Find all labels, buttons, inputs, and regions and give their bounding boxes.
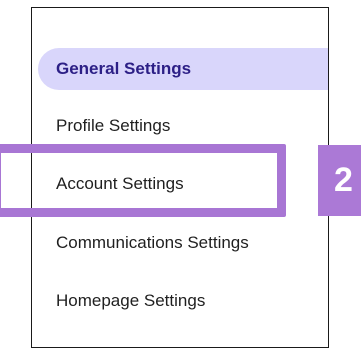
step-number-label: 2	[334, 161, 353, 199]
nav-item-communications-settings[interactable]: Communications Settings	[32, 222, 249, 264]
nav-item-label: Homepage Settings	[56, 291, 206, 310]
nav-item-label: Profile Settings	[56, 116, 171, 135]
settings-nav-panel: General Settings Profile Settings Accoun…	[31, 7, 329, 348]
nav-item-label: Communications Settings	[56, 233, 249, 252]
screenshot-stage: General Settings Profile Settings Accoun…	[0, 0, 361, 355]
nav-item-label: General Settings	[56, 59, 192, 78]
nav-item-profile-settings[interactable]: Profile Settings	[32, 105, 170, 147]
nav-item-account-settings[interactable]: Account Settings	[32, 163, 184, 205]
nav-item-general-settings[interactable]: General Settings	[38, 48, 328, 90]
nav-item-label: Account Settings	[56, 174, 184, 193]
nav-item-homepage-settings[interactable]: Homepage Settings	[32, 280, 205, 322]
step-number-badge: 2	[318, 145, 361, 216]
